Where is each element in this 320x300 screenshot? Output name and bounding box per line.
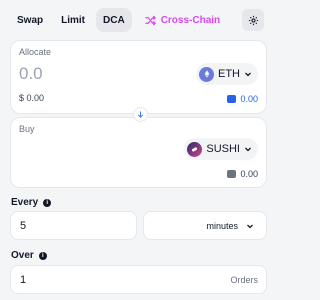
buy-balance-value: 0.00: [240, 169, 258, 179]
switch-tokens-button[interactable]: [133, 107, 148, 122]
allocate-amount-input[interactable]: 0.0: [19, 64, 43, 84]
allocate-panel: Allocate 0.0 ETH $ 0.00 0.00: [10, 40, 267, 114]
chevron-down-icon: [245, 147, 251, 152]
tab-cross-chain[interactable]: Cross-Chain: [138, 8, 227, 32]
info-icon[interactable]: i: [38, 251, 47, 260]
buy-balance: 0.00: [227, 169, 258, 179]
every-label: Every i: [11, 197, 52, 208]
gear-icon: [248, 15, 258, 25]
tab-swap[interactable]: Swap: [10, 8, 50, 32]
buy-token-select[interactable]: SUSHI: [184, 138, 258, 160]
wallet-icon: [227, 95, 237, 103]
allocate-balance-value: 0.00: [240, 94, 258, 104]
info-icon[interactable]: i: [43, 198, 52, 207]
every-label-text: Every: [11, 197, 39, 208]
sushi-icon: [187, 141, 203, 157]
wallet-icon: [227, 170, 237, 178]
trade-tabs: Swap Limit DCA Cross-Chain: [10, 8, 270, 32]
buy-token-symbol: SUSHI: [206, 143, 240, 155]
orders-suffix: Orders: [230, 274, 258, 285]
interval-unit-select[interactable]: minutes: [143, 211, 267, 240]
chevron-down-icon: [245, 72, 251, 77]
over-label: Over i: [11, 250, 47, 261]
allocate-token-select[interactable]: ETH: [196, 63, 258, 85]
tab-dca[interactable]: DCA: [96, 8, 132, 32]
over-label-text: Over: [11, 250, 34, 261]
arrow-down-icon: [138, 111, 143, 118]
allocate-label: Allocate: [19, 47, 52, 57]
eth-icon: [199, 66, 214, 82]
chevron-down-icon: [247, 224, 253, 228]
every-interval-value: 5: [20, 219, 27, 232]
tab-cross-chain-label: Cross-Chain: [160, 14, 221, 26]
every-interval-input[interactable]: 5: [10, 211, 137, 240]
allocate-usd-value: $ 0.00: [19, 93, 45, 103]
interval-unit-value: minutes: [206, 220, 238, 231]
settings-button[interactable]: [242, 9, 264, 31]
tab-limit[interactable]: Limit: [54, 8, 92, 32]
shuffle-icon: [144, 15, 156, 25]
buy-label: Buy: [19, 124, 35, 134]
orders-count-input[interactable]: 1 Orders: [10, 265, 267, 294]
allocate-balance[interactable]: 0.00: [227, 94, 258, 104]
allocate-token-symbol: ETH: [218, 68, 240, 80]
buy-panel: Buy SUSHI 0.00: [10, 117, 267, 188]
orders-count-value: 1: [20, 273, 27, 286]
